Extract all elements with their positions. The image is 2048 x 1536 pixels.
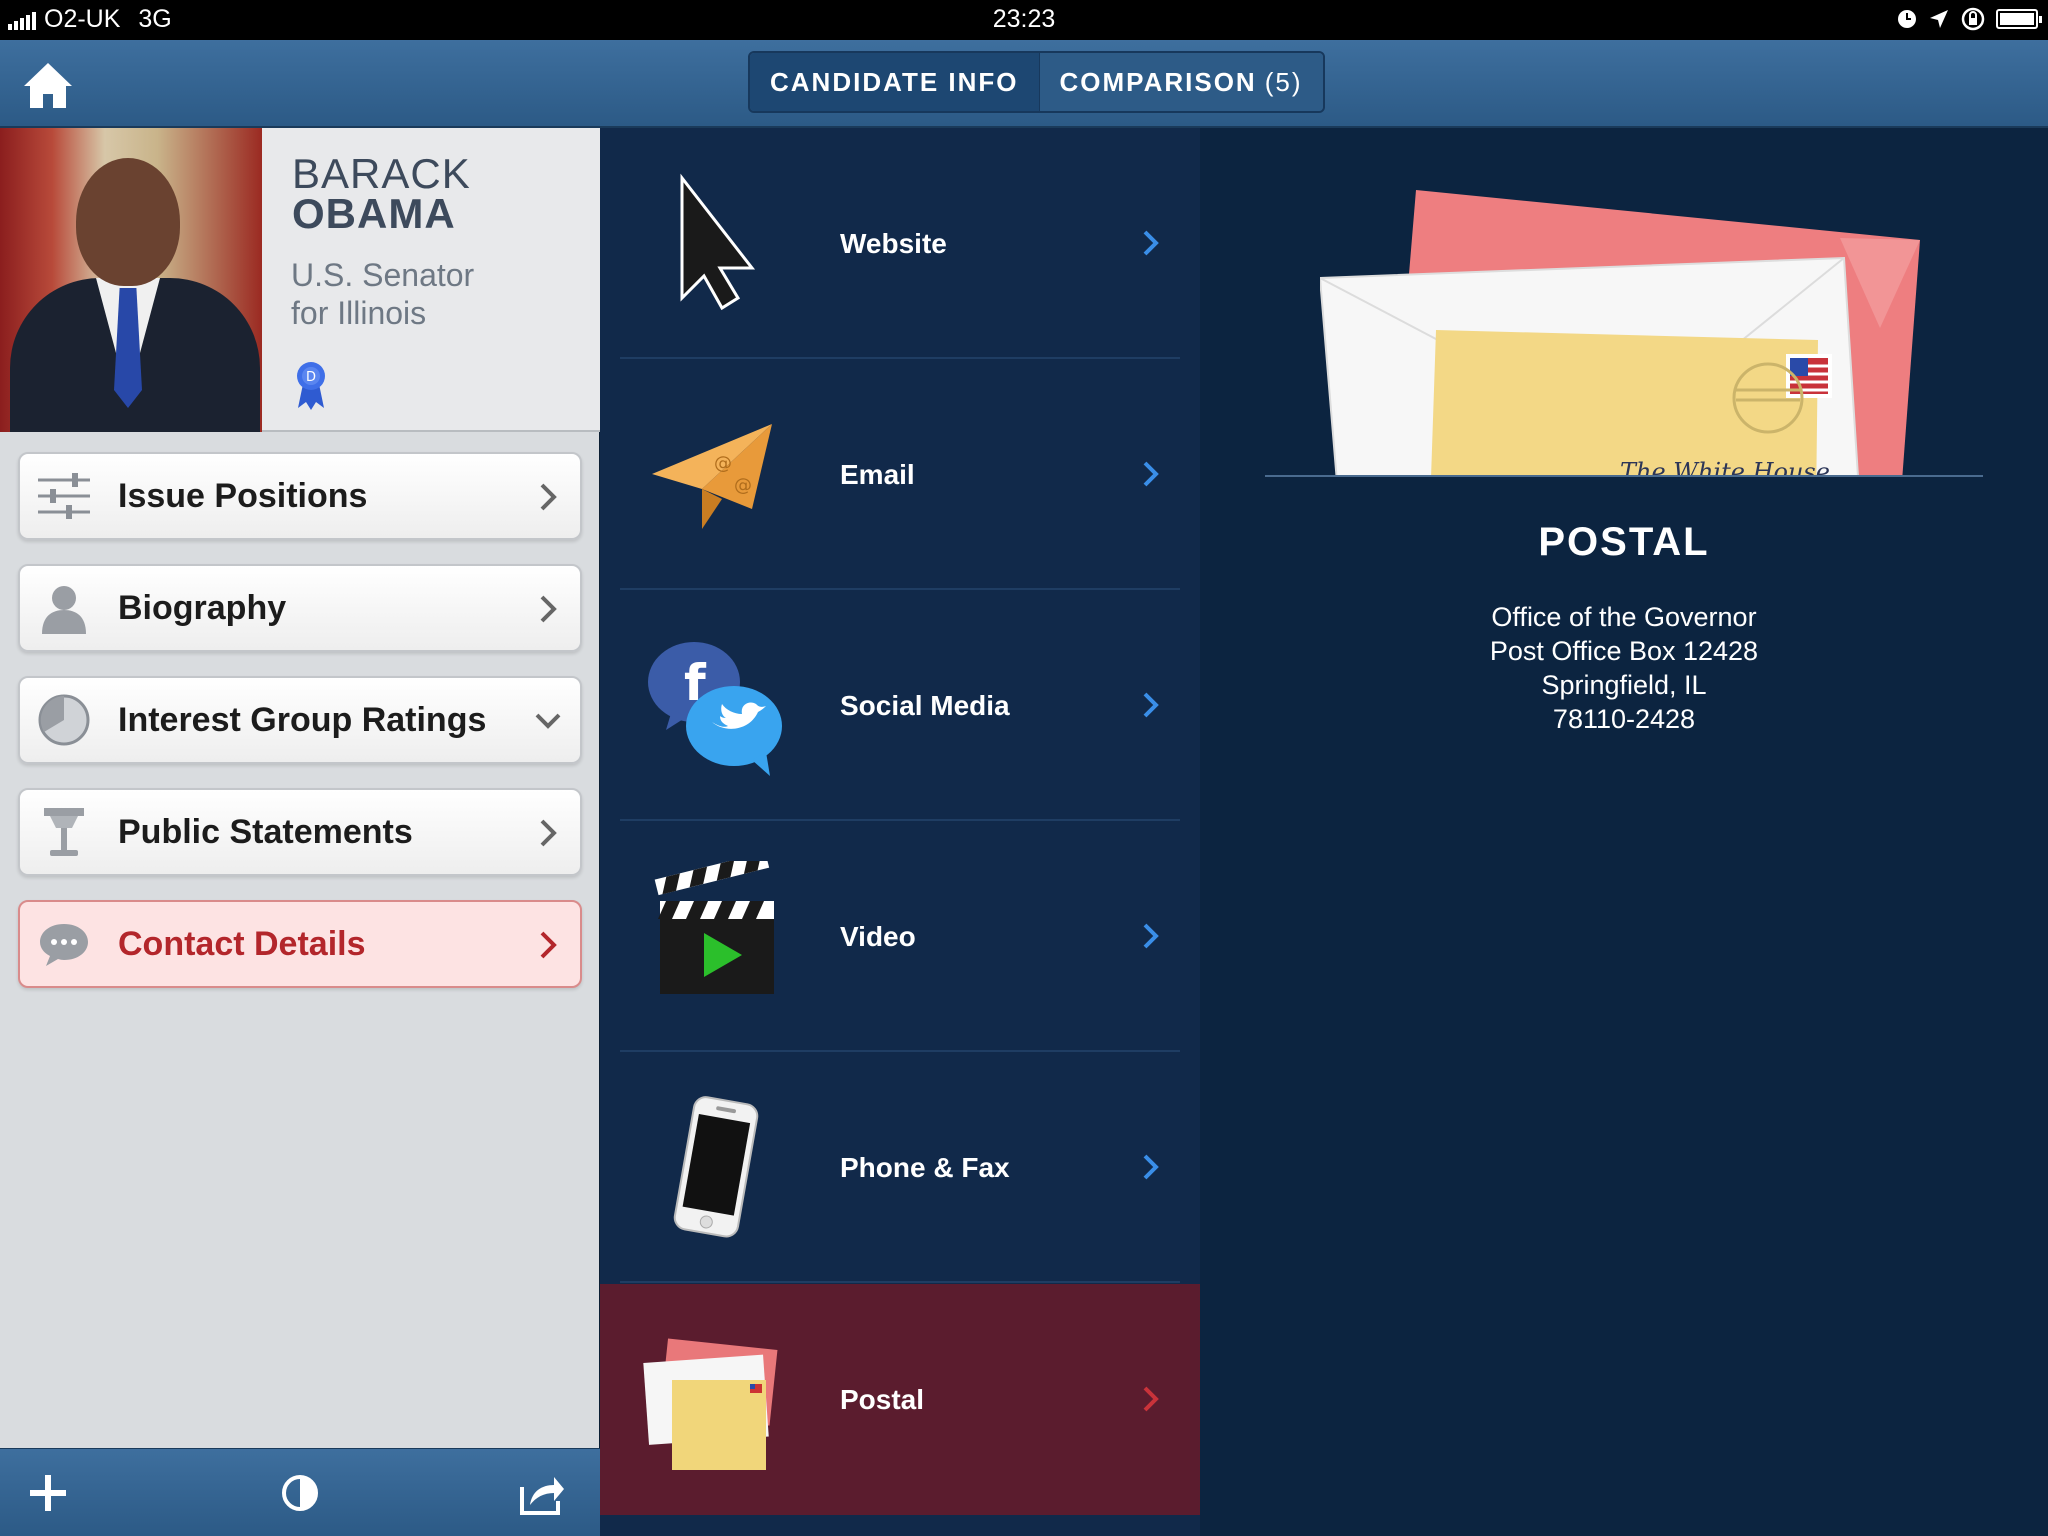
address-line-1: Office of the Governor — [1491, 602, 1757, 632]
candidate-office: U.S. Senator for Illinois — [291, 256, 571, 332]
interest-group-ratings-label: Interest Group Ratings — [118, 700, 487, 739]
contact-list-panel: Website @ @ Email f Social Media Video P… — [600, 128, 1200, 1536]
chevron-right-icon — [1143, 1386, 1159, 1412]
svg-text:@: @ — [714, 453, 732, 474]
speech-bubble-icon — [36, 916, 92, 972]
contact-row-postal[interactable]: Postal — [600, 1284, 1200, 1515]
candidate-profile: BARACK OBAMA U.S. Senator for Illinois D — [0, 128, 600, 432]
clapperboard-icon — [654, 861, 774, 994]
chevron-right-icon — [1143, 461, 1159, 487]
tab-comparison[interactable]: COMPARISON (5) — [1038, 53, 1323, 111]
public-statements-button[interactable]: Public Statements — [18, 788, 582, 876]
chevron-right-icon — [540, 483, 557, 511]
phone-icon — [673, 1096, 759, 1238]
contact-label-website: Website — [840, 227, 947, 259]
contact-label-email: Email — [840, 458, 915, 490]
contact-row-video[interactable]: Video — [620, 821, 1180, 1052]
issue-positions-label: Issue Positions — [118, 476, 368, 515]
address-line-3: Springfield, IL — [1541, 670, 1707, 700]
interest-group-ratings-button[interactable]: Interest Group Ratings — [18, 676, 582, 764]
party-letter: D — [306, 370, 316, 385]
candidate-last-name: OBAMA — [292, 190, 456, 237]
rotation-lock-icon — [1961, 7, 1985, 31]
biography-button[interactable]: Biography — [18, 564, 582, 652]
envelope-icon — [643, 1338, 778, 1470]
comparison-count: (5) — [1264, 66, 1303, 97]
chevron-right-icon — [1143, 923, 1159, 949]
chevron-right-icon — [540, 819, 557, 847]
chevron-right-icon — [1143, 1154, 1159, 1180]
segmented-control: CANDIDATE INFO COMPARISON (5) — [748, 51, 1325, 113]
office-line-1: U.S. Senator — [291, 257, 475, 293]
chevron-right-icon — [540, 931, 557, 959]
contact-row-email[interactable]: @ @ Email — [620, 359, 1180, 590]
contact-row-social-media[interactable]: f Social Media — [620, 590, 1180, 821]
left-panel: BARACK OBAMA U.S. Senator for Illinois D… — [0, 128, 600, 1536]
chevron-right-icon — [540, 595, 557, 623]
office-line-2: for Illinois — [291, 295, 427, 331]
sliders-icon — [36, 468, 92, 524]
chevron-right-icon — [1143, 230, 1159, 256]
nav-bar: CANDIDATE INFO COMPARISON (5) — [0, 40, 2048, 128]
podium-icon — [36, 804, 92, 860]
location-icon — [1930, 10, 1948, 28]
cursor-icon — [680, 173, 756, 311]
contact-label-postal: Postal — [840, 1383, 925, 1415]
social-bubbles-icon: f — [648, 642, 782, 776]
contact-label-phone-fax: Phone & Fax — [840, 1151, 1010, 1183]
issue-positions-button[interactable]: Issue Positions — [18, 452, 582, 540]
tab-candidate-info-label: CANDIDATE INFO — [770, 66, 1019, 97]
contact-label-video: Video — [840, 920, 916, 952]
chevron-right-icon — [1143, 692, 1159, 718]
address-line-4: 78110-2428 — [1552, 704, 1696, 734]
paper-plane-icon: @ @ — [652, 424, 772, 529]
svg-text:@: @ — [734, 475, 752, 496]
clock: 23:23 — [992, 5, 1056, 33]
divider — [1265, 475, 1983, 477]
alarm-icon — [1898, 10, 1916, 28]
postal-envelopes-illustration: The White House — [1320, 190, 1920, 475]
add-icon[interactable] — [24, 1469, 72, 1517]
bottom-toolbar — [0, 1448, 600, 1536]
contact-details-button[interactable]: Contact Details — [18, 900, 582, 988]
biography-label: Biography — [118, 588, 287, 627]
candidate-photo — [0, 128, 262, 432]
tab-candidate-info[interactable]: CANDIDATE INFO — [750, 53, 1039, 111]
status-bar: O2-UK 3G 23:23 — [0, 0, 2048, 40]
contact-row-phone-fax[interactable]: Phone & Fax — [620, 1052, 1180, 1283]
home-icon[interactable] — [20, 58, 76, 114]
contact-row-website[interactable]: Website — [620, 128, 1180, 359]
party-ribbon-icon: D — [297, 362, 325, 410]
chevron-down-icon — [535, 713, 561, 729]
tab-comparison-label: COMPARISON — [1059, 66, 1257, 97]
pie-chart-icon — [36, 692, 92, 748]
battery-icon — [1996, 9, 2042, 29]
address-line-2: Post Office Box 12428 — [1489, 636, 1759, 666]
contrast-icon[interactable] — [276, 1469, 324, 1517]
person-icon — [36, 580, 92, 636]
contact-details-label: Contact Details — [118, 924, 366, 963]
contact-label-social-media: Social Media — [840, 689, 1010, 721]
detail-title: POSTAL — [1538, 520, 1710, 564]
share-icon[interactable] — [518, 1469, 566, 1517]
detail-panel: The White House POSTAL Office of the Gov… — [1200, 128, 2048, 1536]
public-statements-label: Public Statements — [118, 812, 413, 851]
